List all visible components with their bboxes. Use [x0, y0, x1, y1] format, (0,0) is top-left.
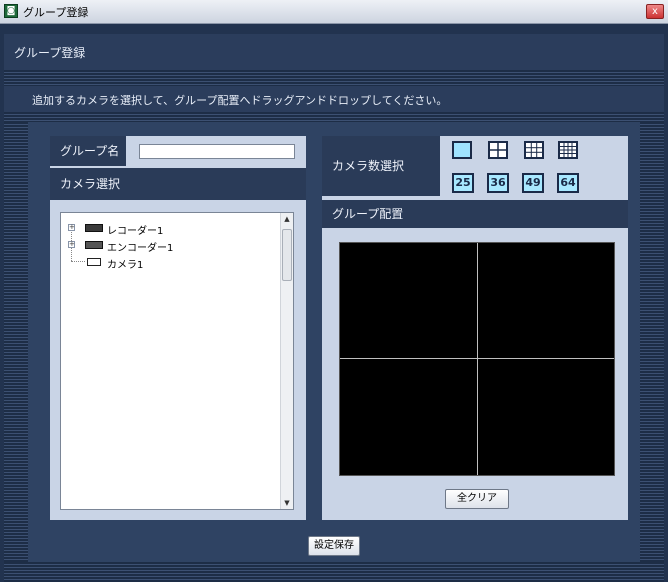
group-name-label: グループ名	[50, 136, 126, 166]
instruction-text: 追加するカメラを選択して、グループ配置へドラッグアンドドロップしてください。	[32, 94, 448, 107]
close-button[interactable]: x	[646, 4, 664, 19]
layout-4-button[interactable]	[488, 141, 508, 159]
page-header: グループ登録	[4, 34, 664, 70]
right-border-stripe	[640, 122, 664, 562]
camera-select-label: カメラ選択	[50, 168, 306, 200]
layout-64-button[interactable]: 64	[557, 173, 579, 193]
encoder-icon	[85, 241, 103, 249]
layout-25-button[interactable]: 25	[452, 173, 474, 193]
layout-1-button[interactable]	[452, 141, 472, 159]
bottom-border-stripe	[4, 562, 664, 582]
recorder-icon	[85, 224, 103, 232]
tree-item-camera[interactable]: カメラ1	[107, 256, 143, 271]
expand-icon[interactable]: +	[68, 241, 75, 248]
title-bar: ◙ グループ登録 x	[0, 0, 668, 24]
expand-icon[interactable]: +	[68, 224, 75, 231]
scroll-up-icon[interactable]: ▲	[281, 213, 293, 225]
grid-divider	[340, 358, 614, 359]
left-border-stripe	[4, 122, 28, 562]
instruction-bar: 追加するカメラを選択して、グループ配置へドラッグアンドドロップしてください。	[4, 86, 664, 112]
window-title: グループ登録	[23, 6, 89, 19]
page-title: グループ登録	[14, 46, 86, 60]
group-registration-window: ◙ グループ登録 x グループ登録 追加するカメラを選択して、グループ配置へドラ…	[0, 0, 668, 582]
layout-36-button[interactable]: 36	[487, 173, 509, 193]
layout-9-button[interactable]	[524, 141, 544, 159]
camera-icon	[87, 258, 101, 266]
layout-16-button[interactable]	[558, 141, 578, 159]
clear-all-button[interactable]: 全クリア	[445, 489, 509, 509]
tree-scrollbar[interactable]: ▲ ▼	[280, 213, 293, 509]
tree-item-recorder[interactable]: レコーダー1	[107, 222, 163, 237]
app-icon: ◙	[4, 4, 18, 18]
scroll-down-icon[interactable]: ▼	[281, 497, 293, 509]
tree-line	[71, 261, 85, 262]
scroll-thumb[interactable]	[282, 229, 292, 281]
group-layout-label: グループ配置	[322, 200, 628, 228]
grid-divider	[477, 243, 478, 475]
layout-49-button[interactable]: 49	[522, 173, 544, 193]
save-settings-button[interactable]: 設定保存	[308, 536, 360, 556]
camera-tree[interactable]: + レコーダー1 + エンコーダー1 カメラ1 ▲ ▼	[60, 212, 294, 510]
divider-stripe	[4, 112, 664, 122]
tree-item-encoder[interactable]: エンコーダー1	[107, 239, 173, 254]
group-layout-grid[interactable]	[339, 242, 615, 476]
divider-stripe	[4, 70, 664, 86]
group-name-input[interactable]	[139, 144, 295, 159]
camera-count-label: カメラ数選択	[322, 136, 440, 196]
